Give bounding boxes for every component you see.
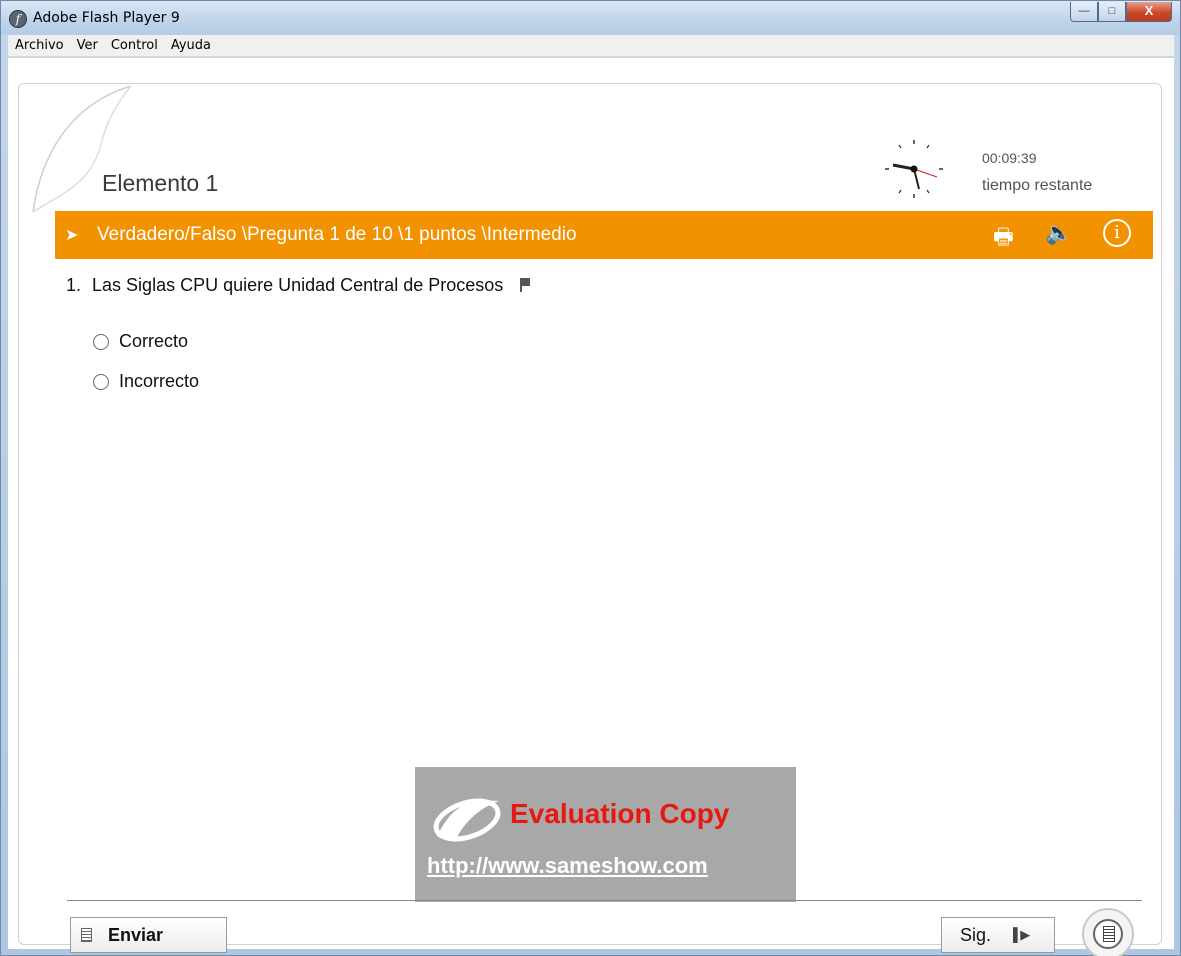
menu-ayuda[interactable]: Ayuda: [164, 38, 217, 53]
info-icon[interactable]: i: [1103, 219, 1131, 247]
window-title: Adobe Flash Player 9: [33, 10, 180, 26]
next-button[interactable]: Sig. ▌▶: [941, 917, 1055, 953]
option-label: Incorrecto: [119, 371, 200, 391]
speaker-icon[interactable]: 🔈: [1045, 220, 1072, 246]
radio-button[interactable]: [93, 373, 109, 390]
next-label: Sig.: [960, 924, 992, 945]
evaluation-watermark: Evaluation Copy http://www.sameshow.com: [415, 767, 796, 902]
print-icon[interactable]: 🖶: [993, 220, 1014, 258]
question-text: 1. Las Siglas CPU quiere Unidad Central …: [66, 275, 531, 296]
timer-label: tiempo restante: [982, 177, 1093, 194]
radio-button[interactable]: [93, 333, 109, 350]
footer-divider: [67, 900, 1142, 901]
app-window: f Adobe Flash Player 9 — □ X Archivo Ver…: [0, 0, 1181, 956]
option-label: Correcto: [119, 331, 189, 351]
option-incorrecto[interactable]: Incorrecto: [93, 371, 199, 392]
bullet-icon: ➤: [65, 227, 79, 244]
flash-content: Elemento 1 00:09:39 tiempo restante ➤ Ve…: [8, 58, 1174, 956]
document-icon: [81, 928, 92, 942]
question-body: Las Siglas CPU quiere Unidad Central de …: [92, 275, 504, 295]
watermark-url[interactable]: http://www.sameshow.com: [427, 853, 708, 879]
option-correcto[interactable]: Correcto: [93, 331, 188, 352]
close-button[interactable]: X: [1126, 2, 1172, 22]
menu-bar: Archivo Ver Control Ayuda: [8, 35, 1174, 57]
minimize-button[interactable]: —: [1070, 2, 1098, 22]
quiz-card: Elemento 1 00:09:39 tiempo restante ➤ Ve…: [18, 83, 1162, 956]
menu-ver[interactable]: Ver: [70, 38, 104, 53]
review-document-icon: [1093, 919, 1123, 949]
review-doc-shape: [1103, 926, 1115, 942]
timer-value: 00:09:39: [982, 150, 1037, 166]
submit-button[interactable]: Enviar: [70, 917, 227, 953]
title-bar[interactable]: f Adobe Flash Player 9 — □ X: [1, 1, 1180, 35]
menu-archivo[interactable]: Archivo: [8, 38, 70, 53]
sameshow-logo-icon: [433, 798, 501, 842]
question-info-bar: ➤ Verdadero/Falso \Pregunta 1 de 10 \1 p…: [55, 211, 1153, 259]
menu-control[interactable]: Control: [104, 38, 164, 53]
question-info-text: Verdadero/Falso \Pregunta 1 de 10 \1 pun…: [97, 224, 577, 245]
review-button[interactable]: [1082, 908, 1134, 956]
clock-icon: [885, 140, 943, 198]
maximize-button[interactable]: □: [1098, 2, 1126, 22]
flash-player-icon: f: [9, 10, 27, 28]
question-number: 1.: [66, 275, 82, 295]
window-controls: — □ X: [1070, 2, 1172, 22]
next-arrow-icon: ▌▶: [1013, 927, 1030, 942]
element-title: Elemento 1: [102, 170, 219, 196]
flag-icon[interactable]: [520, 278, 531, 292]
submit-label: Enviar: [108, 924, 164, 945]
watermark-title: Evaluation Copy: [510, 798, 730, 829]
